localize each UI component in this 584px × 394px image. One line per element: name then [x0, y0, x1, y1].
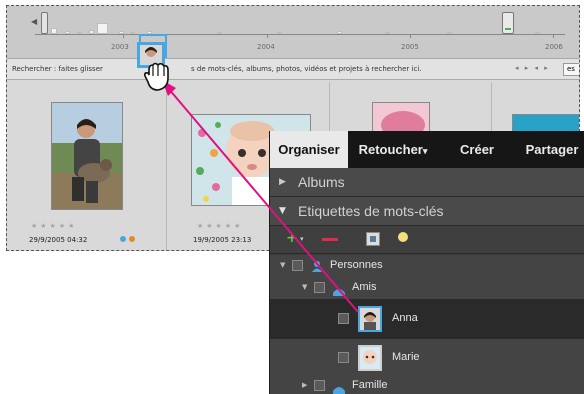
add-keyword-icon[interactable]: +: [286, 230, 298, 246]
keyword-checkbox[interactable]: [292, 260, 303, 271]
keyword-row-anna[interactable]: Anna: [270, 299, 584, 339]
photo-thumbnail-woman-with-dog[interactable]: [51, 102, 123, 210]
keyword-label: Amis: [352, 281, 377, 293]
keyword-toolbar: + ▾: [270, 226, 584, 254]
collapse-arrow-icon[interactable]: ▼: [280, 261, 285, 269]
timeline-start-handle[interactable]: [41, 12, 48, 34]
tag-icon: [332, 282, 346, 296]
keyword-row-amis[interactable]: ▼ Amis: [270, 277, 584, 299]
albums-section-header[interactable]: ▶ Albums: [270, 168, 584, 197]
timeline-track: [35, 34, 565, 35]
keyword-row-personnes[interactable]: ▼ Personnes: [270, 255, 584, 277]
search-instruction-left: Rechercher : faites glisser: [12, 65, 103, 73]
timeline-bar[interactable]: [337, 31, 342, 34]
keyword-row-marie[interactable]: Marie: [270, 339, 584, 375]
timeline-tick: [123, 34, 124, 38]
timeline-left-arrow-icon[interactable]: ◀: [31, 16, 39, 28]
keyword-label: Marie: [392, 351, 420, 363]
person-tag-icon: [120, 236, 126, 242]
photo-date: 29/9/2005 04:32: [29, 236, 88, 244]
keyword-row-famille[interactable]: ▶ Famille: [270, 375, 584, 394]
keyword-checkbox[interactable]: [338, 313, 349, 324]
chevron-down-icon: ▾: [422, 146, 428, 156]
timeline-end-handle[interactable]: [502, 12, 514, 34]
search-nav-arrows-icon[interactable]: ◂ ▸ ◂ ▸: [515, 64, 550, 72]
people-category-icon: [310, 258, 324, 272]
collapse-arrow-icon[interactable]: ▼: [279, 206, 286, 216]
timeline-bar[interactable]: [51, 28, 57, 34]
keyword-checkbox[interactable]: [314, 380, 325, 391]
keyword-checkbox[interactable]: [338, 352, 349, 363]
timeline-bar[interactable]: [385, 32, 390, 34]
expand-arrow-icon[interactable]: ▶: [279, 177, 286, 187]
keywords-label: Etiquettes de mots-clés: [298, 203, 444, 219]
timeline-year-label: 2005: [401, 43, 419, 51]
timeline-bar[interactable]: [535, 32, 540, 34]
timeline-year-label: 2004: [257, 43, 275, 51]
tab-retoucher[interactable]: Retoucher▾: [350, 131, 436, 168]
tab-retoucher-label: Retoucher: [358, 142, 423, 157]
timeline-bar[interactable]: [97, 23, 108, 34]
timeline-bar[interactable]: [77, 32, 82, 34]
timeline-tick: [553, 34, 554, 38]
organizer-panel: Organiser Retoucher▾ Créer Partager ▶ Al…: [269, 131, 584, 394]
keyword-label: Famille: [352, 379, 388, 391]
lightbulb-icon[interactable]: [398, 232, 408, 242]
family-tag-icon: [129, 236, 135, 242]
albums-label: Albums: [298, 174, 345, 190]
keyword-label: Personnes: [330, 259, 383, 271]
tab-partager[interactable]: Partager: [516, 131, 584, 168]
anna-face-icon: [358, 306, 382, 332]
timeline-tick: [410, 34, 411, 38]
screen: ◀ 2003 2004 2005 2006 Rechercher: faite…: [0, 0, 584, 394]
keyword-checkbox[interactable]: [314, 282, 325, 293]
timeline-bar[interactable]: [217, 32, 222, 34]
panel-tabs: Organiser Retoucher▾ Créer Partager: [270, 131, 584, 168]
timeline-bar[interactable]: [277, 32, 282, 34]
search-instruction-right: s de mots-clés, albums, photos, vidéos e…: [191, 65, 422, 73]
timeline-bar[interactable]: [447, 32, 452, 34]
keyword-tree: ▼ Personnes ▼ Amis Anna Marie ▶ Famille: [270, 255, 584, 394]
photo-cell[interactable]: ★★★★★ 29/9/2005 04:32: [7, 82, 167, 250]
tag-icon: [332, 380, 346, 394]
timeline-year-label: 2003: [111, 43, 129, 51]
chevron-down-icon[interactable]: ▾: [300, 235, 304, 243]
rating-stars[interactable]: ★★★★★: [31, 222, 77, 230]
timeline-bar[interactable]: [89, 30, 94, 34]
search-bar[interactable]: Rechercher : faites glisser s de mots-cl…: [7, 58, 579, 80]
timeline-bar[interactable]: [130, 32, 135, 34]
timeline-year-label: 2006: [545, 43, 563, 51]
collapse-arrow-icon[interactable]: ▼: [302, 283, 307, 291]
tab-creer[interactable]: Créer: [440, 131, 514, 168]
keywords-section-header[interactable]: ▼ Etiquettes de mots-clés: [270, 197, 584, 226]
timeline-tick: [267, 34, 268, 38]
search-field[interactable]: es: [563, 63, 579, 76]
edit-keyword-icon[interactable]: [366, 232, 380, 246]
hand-cursor-icon: [140, 56, 178, 94]
rating-stars[interactable]: ★★★★★: [197, 222, 243, 230]
tab-organiser[interactable]: Organiser: [270, 131, 348, 168]
marie-face-icon: [358, 345, 382, 371]
photo-thumbnail-sea[interactable]: [512, 114, 579, 132]
keyword-label: Anna: [392, 312, 418, 324]
photo-thumbnail-pink[interactable]: [372, 102, 430, 132]
timeline-bar[interactable]: [65, 31, 70, 34]
photo-date: 19/9/2005 23:13: [193, 236, 252, 244]
timeline[interactable]: ◀ 2003 2004 2005 2006: [7, 6, 579, 60]
expand-arrow-icon[interactable]: ▶: [302, 381, 307, 389]
remove-keyword-icon[interactable]: [322, 238, 338, 241]
